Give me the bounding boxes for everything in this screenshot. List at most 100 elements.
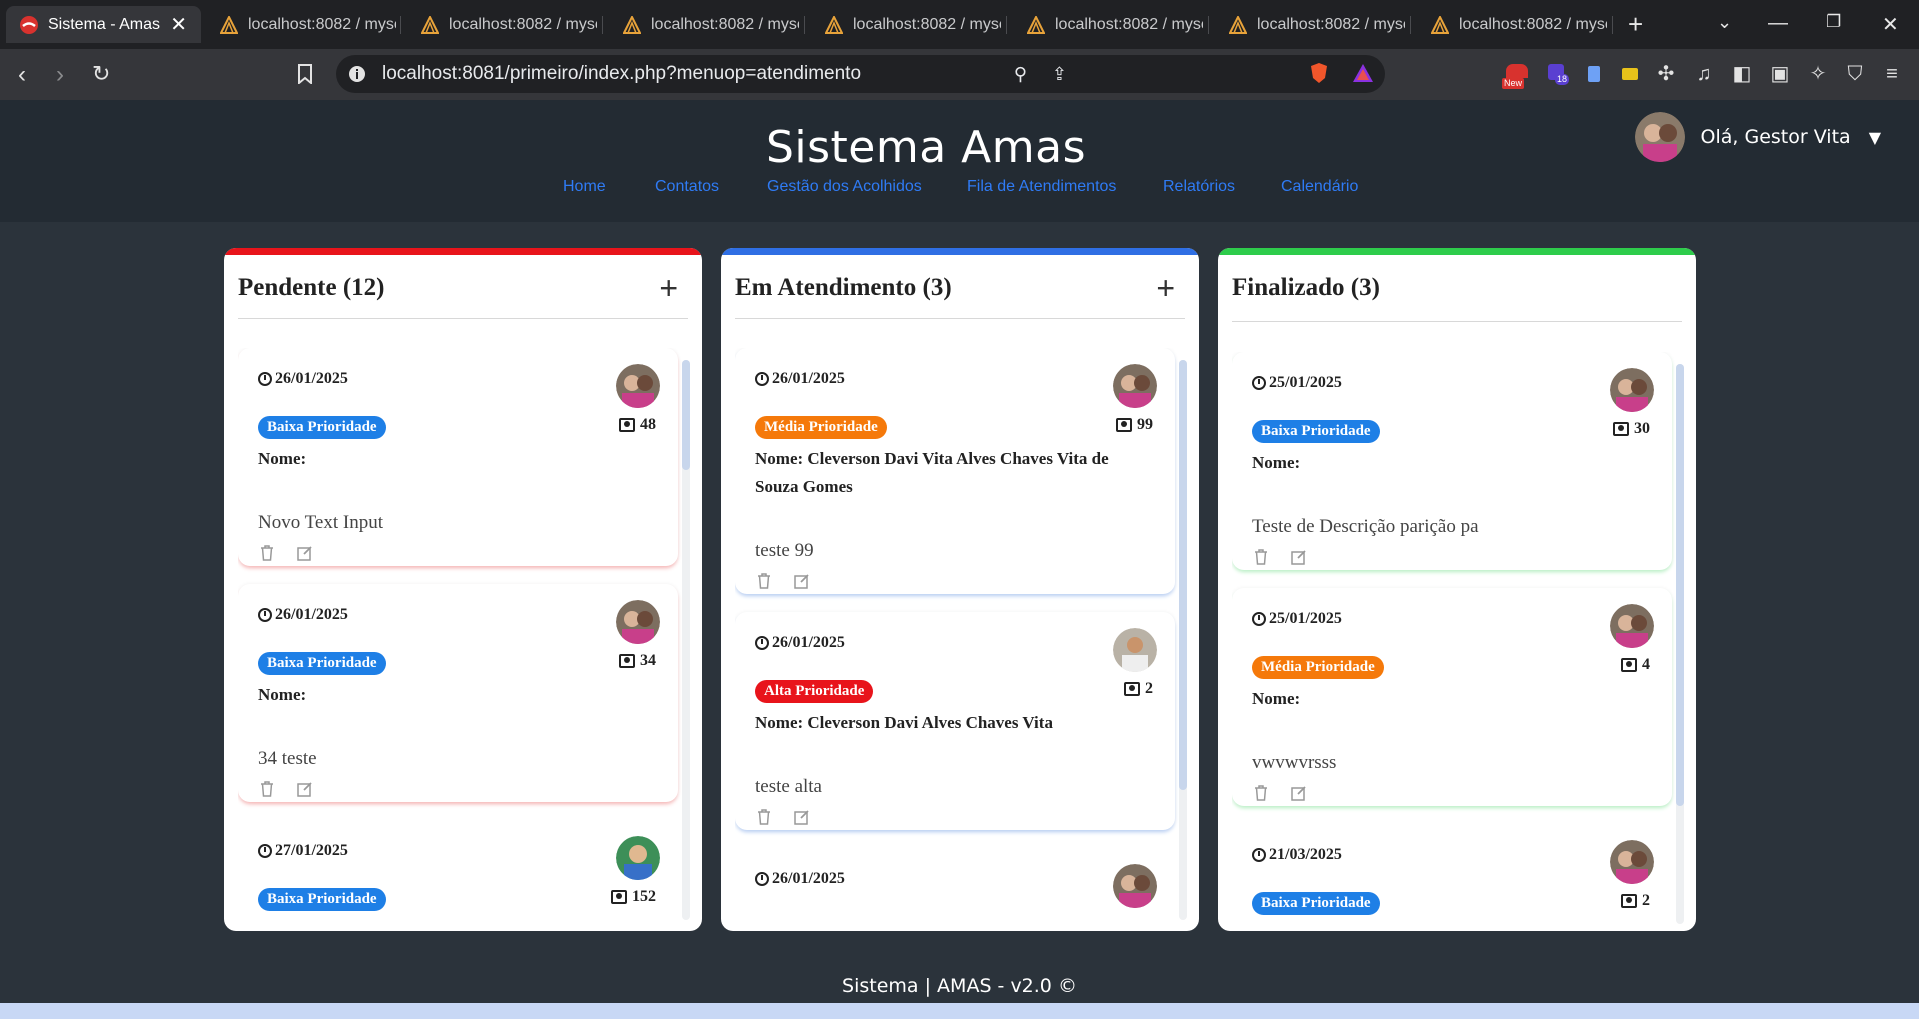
nav-gestao-acolhidos[interactable]: Gestão dos Acolhidos bbox=[767, 178, 922, 196]
trash-icon[interactable] bbox=[1252, 784, 1270, 802]
tab-phpmyadmin[interactable]: localhost:8082 / mysc bbox=[1215, 6, 1405, 43]
clock-icon bbox=[258, 844, 272, 858]
contact-card-icon bbox=[1116, 418, 1132, 432]
add-card-button[interactable]: + bbox=[659, 268, 678, 308]
phpmyadmin-favicon-icon bbox=[220, 15, 238, 34]
card-count: 4 bbox=[1621, 656, 1650, 674]
wallet-icon[interactable]: ▣ bbox=[1768, 62, 1792, 86]
tab-sistema-amas[interactable]: Sistema - Amas ✕ bbox=[6, 6, 201, 43]
address-bar[interactable]: localhost:8081/primeiro/index.php?menuop… bbox=[336, 55, 1385, 93]
nav-contatos[interactable]: Contatos bbox=[655, 178, 719, 196]
contact-card-icon bbox=[619, 418, 635, 432]
clock-icon bbox=[1252, 612, 1266, 626]
edit-icon[interactable] bbox=[793, 808, 811, 826]
extension-wallet-icon[interactable] bbox=[1618, 62, 1642, 86]
list-item[interactable]: 26/01/2025 Baixa Prioridade 34 Nome: 34 … bbox=[238, 584, 678, 802]
share-icon[interactable]: ⇪ bbox=[1052, 64, 1067, 85]
clock-icon bbox=[755, 872, 769, 886]
add-card-button[interactable]: + bbox=[1156, 268, 1175, 308]
forward-arrow-icon[interactable]: › bbox=[56, 61, 64, 89]
puzzle-extensions-icon[interactable]: ✣ bbox=[1654, 62, 1678, 86]
phpmyadmin-favicon-icon bbox=[825, 15, 843, 34]
card-count: 30 bbox=[1613, 420, 1650, 438]
phpmyadmin-favicon-icon bbox=[623, 15, 641, 34]
minimize-icon[interactable]: — bbox=[1768, 12, 1788, 35]
date-text: 26/01/2025 bbox=[772, 870, 845, 887]
trash-icon[interactable] bbox=[258, 780, 276, 798]
tab-title: localhost:8082 / mysc bbox=[1257, 15, 1405, 33]
extension-new-icon[interactable]: New bbox=[1502, 62, 1532, 89]
bookmark-icon[interactable] bbox=[297, 64, 313, 84]
edit-icon[interactable] bbox=[793, 572, 811, 590]
tab-divider bbox=[804, 16, 805, 34]
list-item[interactable]: 27/01/2025 Baixa Prioridade 152 bbox=[238, 820, 678, 931]
priority-badge: Média Prioridade bbox=[1252, 656, 1384, 679]
zoom-icon[interactable]: ⚲ bbox=[1014, 64, 1027, 85]
close-tab-icon[interactable]: ✕ bbox=[170, 12, 187, 37]
brave-rewards-icon[interactable] bbox=[1352, 63, 1374, 83]
close-window-icon[interactable]: ✕ bbox=[1882, 12, 1899, 37]
edit-icon[interactable] bbox=[296, 544, 314, 562]
nav-calendario[interactable]: Calendário bbox=[1281, 178, 1358, 196]
main-nav: Home Contatos Gestão dos Acolhidos Fila … bbox=[0, 178, 1919, 202]
browser-tab-bar: Sistema - Amas ✕ localhost:8082 / mysc l… bbox=[0, 0, 1919, 49]
date-text: 27/01/2025 bbox=[275, 842, 348, 859]
edit-icon[interactable] bbox=[1290, 548, 1308, 566]
leo-ai-icon[interactable]: ✧ bbox=[1806, 62, 1830, 86]
date-text: 26/01/2025 bbox=[275, 606, 348, 623]
avatar bbox=[616, 600, 660, 644]
list-item[interactable]: 26/01/2025 bbox=[735, 848, 1175, 931]
page-title: Sistema Amas bbox=[765, 122, 1087, 173]
nav-fila-atendimentos[interactable]: Fila de Atendimentos bbox=[967, 178, 1116, 196]
edit-icon[interactable] bbox=[1290, 784, 1308, 802]
tab-title: localhost:8082 / mysc bbox=[651, 15, 799, 33]
list-item[interactable]: 26/01/2025 Média Prioridade 99 Nome: Cle… bbox=[735, 348, 1175, 594]
tab-phpmyadmin[interactable]: localhost:8082 / mysc bbox=[609, 6, 799, 43]
card-list: 25/01/2025 Baixa Prioridade 30 Nome: Tes… bbox=[1232, 352, 1688, 931]
reload-icon[interactable]: ↻ bbox=[92, 61, 110, 87]
edit-icon[interactable] bbox=[296, 780, 314, 798]
tab-phpmyadmin[interactable]: localhost:8082 / mysc bbox=[811, 6, 1001, 43]
card-date: 26/01/2025 bbox=[258, 606, 348, 624]
tab-phpmyadmin[interactable]: localhost:8082 / mysc bbox=[206, 6, 396, 43]
list-item[interactable]: 26/01/2025 Baixa Prioridade 48 Nome: Nov… bbox=[238, 348, 678, 566]
card-date: 25/01/2025 bbox=[1252, 610, 1342, 628]
trash-icon[interactable] bbox=[258, 544, 276, 562]
footer: Sistema | AMAS - v2.0 © bbox=[842, 975, 1077, 997]
trash-icon[interactable] bbox=[1252, 548, 1270, 566]
tab-phpmyadmin[interactable]: localhost:8082 / mysc bbox=[407, 6, 597, 43]
user-menu[interactable]: Olá, Gestor Vita ▼ bbox=[1634, 112, 1881, 162]
trash-icon[interactable] bbox=[755, 572, 773, 590]
music-icon[interactable]: ♫ bbox=[1692, 62, 1716, 86]
sidebar-icon[interactable]: ◧ bbox=[1730, 62, 1754, 86]
new-tab-button[interactable]: + bbox=[1628, 9, 1643, 40]
card-date: 26/01/2025 bbox=[755, 634, 845, 652]
list-item[interactable]: 25/01/2025 Baixa Prioridade 30 Nome: Tes… bbox=[1232, 352, 1672, 570]
tab-search-chevron-icon[interactable]: ⌄ bbox=[1717, 12, 1732, 33]
back-arrow-icon[interactable]: ‹ bbox=[18, 61, 26, 89]
brave-shields-icon[interactable] bbox=[1309, 62, 1329, 84]
restore-window-icon[interactable]: ❐ bbox=[1826, 12, 1841, 32]
extension-counter-icon[interactable]: 18 bbox=[1546, 62, 1570, 86]
menu-hamburger-icon[interactable]: ≡ bbox=[1880, 62, 1904, 86]
avatar bbox=[1610, 604, 1654, 648]
site-info-icon[interactable] bbox=[348, 65, 366, 83]
phpmyadmin-favicon-icon bbox=[1431, 15, 1449, 34]
list-item[interactable]: 26/01/2025 Alta Prioridade 2 Nome: Cleve… bbox=[735, 612, 1175, 830]
nav-relatorios[interactable]: Relatórios bbox=[1163, 178, 1235, 196]
extension-doc-icon[interactable] bbox=[1582, 62, 1606, 86]
tab-phpmyadmin[interactable]: localhost:8082 / mysc bbox=[1417, 6, 1607, 43]
tab-phpmyadmin[interactable]: localhost:8082 / mysc bbox=[1013, 6, 1203, 43]
trash-icon[interactable] bbox=[755, 808, 773, 826]
avatar bbox=[1113, 364, 1157, 408]
clock-icon bbox=[755, 636, 769, 650]
user-greeting: Olá, Gestor Vita bbox=[1700, 126, 1851, 148]
card-date: 26/01/2025 bbox=[755, 870, 845, 888]
vpn-shield-icon[interactable]: ⛉ bbox=[1843, 62, 1867, 86]
count-text: 30 bbox=[1634, 420, 1650, 437]
caret-down-icon: ▼ bbox=[1868, 127, 1881, 147]
nav-home[interactable]: Home bbox=[563, 178, 606, 196]
list-item[interactable]: 21/03/2025 Baixa Prioridade 2 bbox=[1232, 824, 1672, 931]
list-item[interactable]: 25/01/2025 Média Prioridade 4 Nome: vwvw… bbox=[1232, 588, 1672, 806]
avatar bbox=[616, 836, 660, 880]
